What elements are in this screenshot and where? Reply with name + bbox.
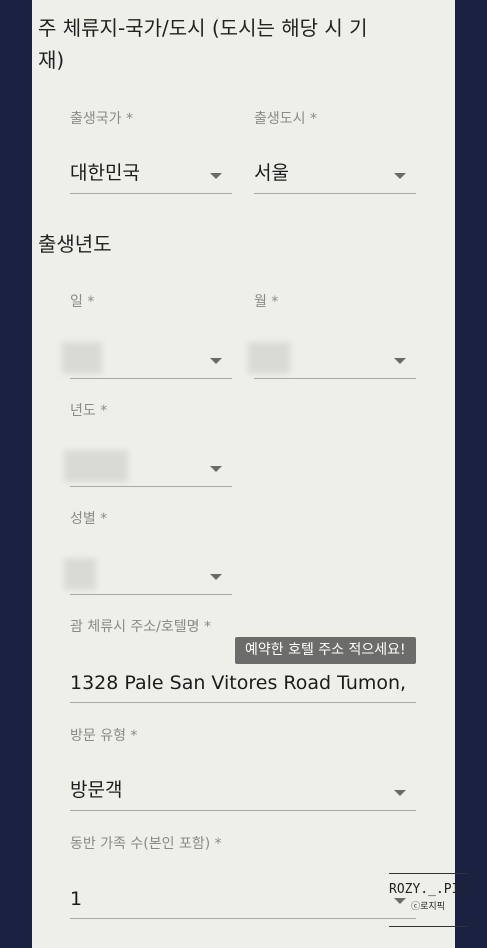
family-count-label: 동반 가족 수(본인 포함) *	[70, 836, 222, 852]
year-label: 년도 *	[70, 403, 108, 419]
day-label: 일 *	[70, 294, 95, 310]
chevron-down-icon	[210, 173, 222, 179]
birth-city-label: 출생도시 *	[254, 111, 317, 127]
chevron-down-icon	[210, 466, 222, 472]
gender-label: 성별 *	[70, 511, 108, 527]
gender-select[interactable]	[64, 554, 232, 595]
month-select[interactable]	[248, 338, 416, 379]
month-label: 월 *	[254, 294, 279, 310]
birth-country-value: 대한민국	[70, 162, 140, 184]
watermark-sub: ⓒ로지픽	[411, 902, 445, 912]
address-label: 괌 체류시 주소/호텔명 *	[70, 619, 211, 635]
section-title-birth-year: 출생년도	[38, 232, 112, 256]
day-select[interactable]	[62, 338, 232, 379]
section-title-residence: 주 체류지-국가/도시 (도시는 해당 시 기재)	[38, 16, 368, 72]
birth-city-value: 서울	[254, 162, 289, 184]
chevron-down-icon	[394, 358, 406, 364]
redacted-value	[248, 342, 290, 374]
redacted-value	[62, 342, 102, 374]
birth-country-select[interactable]: 대한민국	[70, 153, 232, 194]
birth-country-label: 출생국가 *	[70, 111, 133, 127]
redacted-value	[64, 450, 128, 482]
chevron-down-icon	[394, 173, 406, 179]
address-input[interactable]: 1328 Pale San Vitores Road Tumon,	[70, 662, 416, 703]
redacted-value	[64, 558, 96, 590]
watermark: ROZY._.PIC ⓒ로지픽	[389, 873, 467, 927]
address-value: 1328 Pale San Vitores Road Tumon,	[70, 672, 407, 694]
family-count-value: 1	[70, 888, 83, 910]
year-select[interactable]	[64, 446, 232, 487]
chevron-down-icon	[210, 574, 222, 580]
watermark-main: ROZY._.PIC	[389, 882, 468, 897]
visit-type-value: 방문객	[70, 779, 123, 801]
visit-type-label: 방문 유형 *	[70, 728, 138, 744]
chevron-down-icon	[394, 790, 406, 796]
address-tooltip: 예약한 호텔 주소 적으세요!	[235, 637, 416, 664]
family-count-select[interactable]: 1	[70, 878, 416, 919]
visit-type-select[interactable]: 방문객	[70, 770, 416, 811]
birth-city-select[interactable]: 서울	[254, 153, 416, 194]
chevron-down-icon	[210, 358, 222, 364]
